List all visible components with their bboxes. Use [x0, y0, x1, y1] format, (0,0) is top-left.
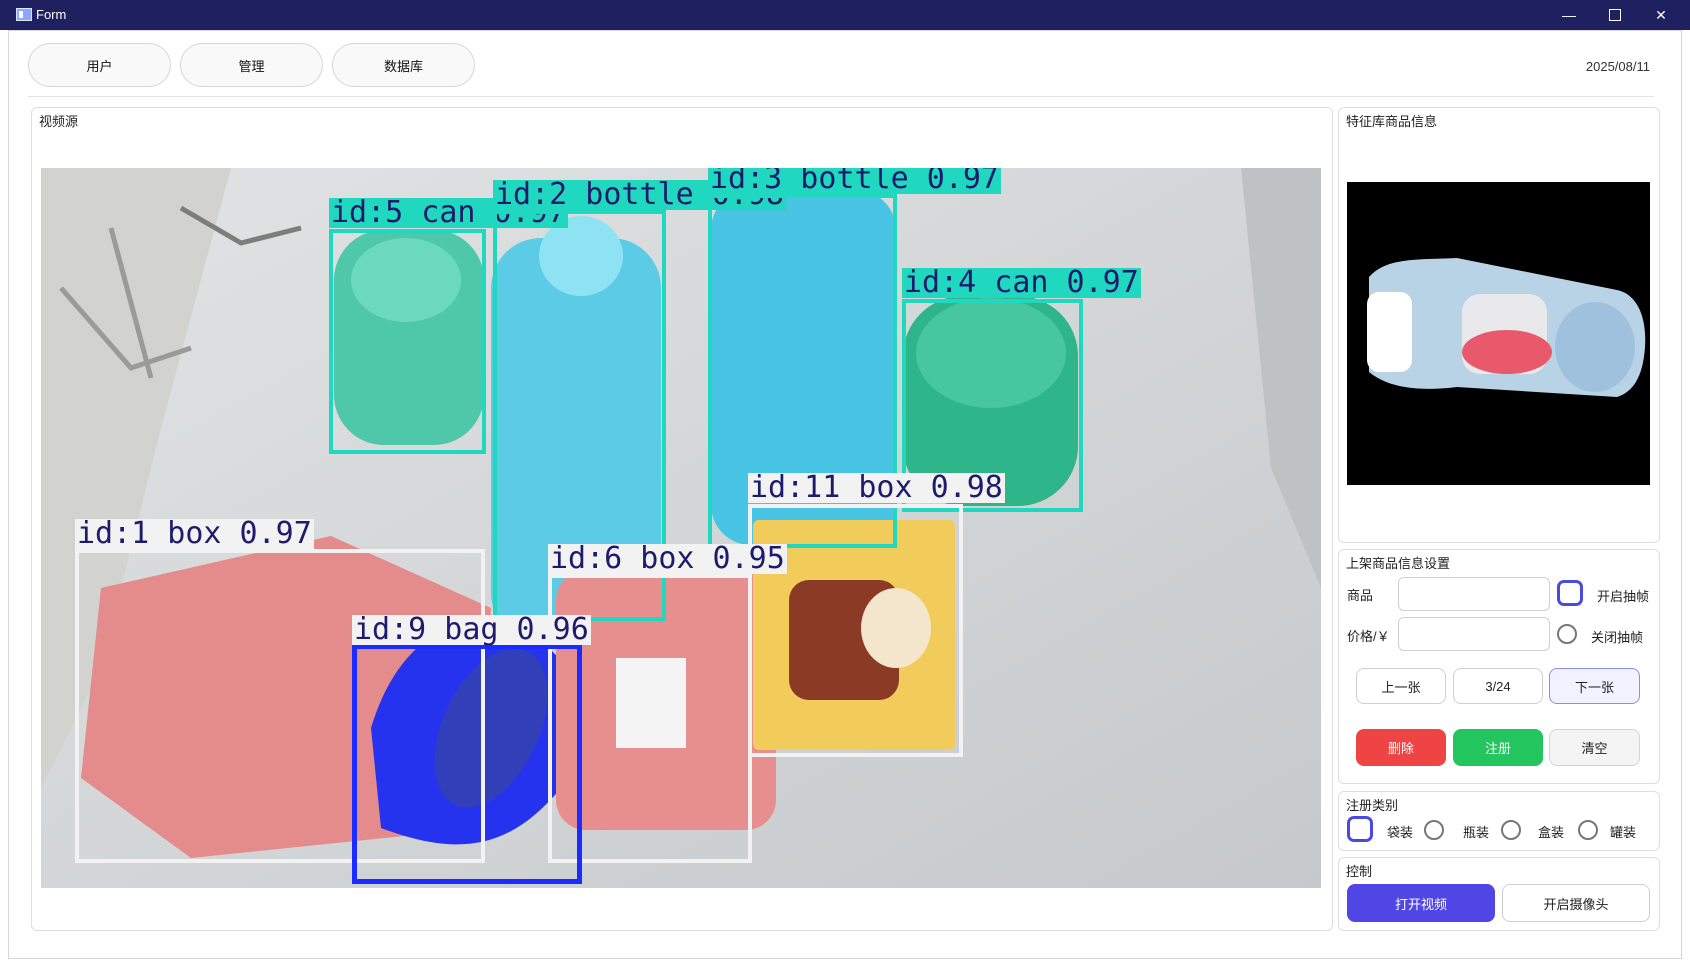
register-button[interactable]: 注册 [1453, 729, 1543, 766]
feature-image [1347, 182, 1650, 485]
category-panel-title: 注册类别 [1346, 798, 1399, 813]
video-panel-title: 视频源 [39, 114, 79, 129]
category-box-radio[interactable] [1501, 820, 1521, 840]
bottle-thumbnail [1367, 258, 1646, 397]
clear-button[interactable]: 清空 [1549, 729, 1640, 766]
detection-label: id:11 box 0.98 [748, 470, 1005, 505]
frame-sampling-off-radio[interactable] [1557, 624, 1577, 644]
category-bottle-radio[interactable] [1424, 820, 1444, 840]
video-frame: id:5 can 0.97 id:2 bottle 0.98 id:3 bott… [41, 168, 1321, 888]
shelf-settings-title: 上架商品信息设置 [1346, 556, 1451, 571]
next-image-button[interactable]: 下一张 [1549, 668, 1640, 704]
detection-label: id:3 bottle 0.97 [708, 168, 1001, 194]
product-input[interactable] [1398, 577, 1550, 611]
frame-sampling-off-label: 关闭抽帧 [1591, 630, 1644, 645]
category-bottle-label: 瓶装 [1463, 825, 1490, 840]
tab-users[interactable]: 用户 [28, 43, 171, 87]
prev-image-button[interactable]: 上一张 [1356, 668, 1446, 704]
tab-management[interactable]: 管理 [180, 43, 323, 87]
open-video-button[interactable]: 打开视频 [1347, 884, 1495, 922]
category-bag-label: 袋装 [1387, 825, 1414, 840]
category-can-radio[interactable] [1578, 820, 1598, 840]
maximize-icon[interactable] [1592, 0, 1638, 30]
window-title: Form [36, 7, 67, 22]
minimize-icon[interactable]: — [1546, 0, 1592, 30]
category-can-label: 罐装 [1610, 825, 1637, 840]
app-icon [16, 8, 32, 21]
close-icon[interactable]: ✕ [1638, 0, 1684, 30]
price-input[interactable] [1398, 617, 1550, 651]
product-label: 商品 [1347, 588, 1374, 603]
detection-box [352, 644, 582, 884]
control-panel-title: 控制 [1346, 864, 1373, 879]
frame-sampling-on-checkbox[interactable] [1557, 580, 1583, 606]
detection-box [329, 229, 486, 454]
date-display: 2025/08/11 [1585, 59, 1650, 74]
category-bag-checkbox[interactable] [1347, 816, 1373, 842]
frame-sampling-on-label: 开启抽帧 [1597, 589, 1650, 604]
header-divider [28, 96, 1654, 97]
price-label: 价格/￥ [1347, 629, 1390, 644]
detection-label: id:4 can 0.97 [902, 265, 1141, 300]
open-camera-button[interactable]: 开启摄像头 [1502, 884, 1650, 922]
page-indicator: 3/24 [1453, 668, 1543, 704]
delete-button[interactable]: 删除 [1356, 729, 1446, 766]
feature-panel-title: 特征库商品信息 [1346, 114, 1438, 129]
tab-database[interactable]: 数据库 [332, 43, 475, 87]
detection-label: id:9 bag 0.96 [352, 612, 591, 647]
category-panel: 注册类别 [1338, 791, 1660, 851]
detection-label: id:1 box 0.97 [75, 516, 314, 551]
detection-label: id:6 box 0.95 [548, 541, 787, 576]
window-titlebar: Form — ✕ [0, 0, 1690, 30]
category-box-label: 盒装 [1538, 825, 1565, 840]
